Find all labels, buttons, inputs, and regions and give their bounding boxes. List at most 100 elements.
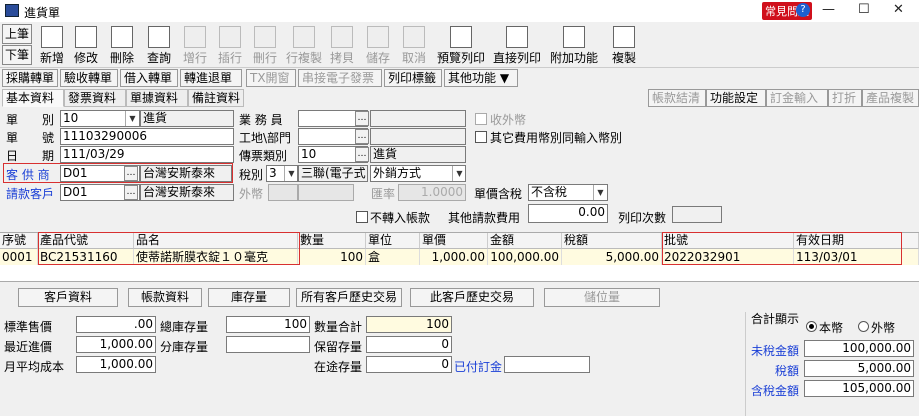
grid-cell-tax[interactable]: 5,000.00 [562,249,662,265]
summary-panel: 合計顯示 本幣 外幣 未稅金額 100,000.00 稅額 5,000.00 含… [745,312,919,416]
insert-row-button[interactable]: 插行 [214,24,246,66]
chevron-down-icon[interactable]: ▼ [452,166,466,181]
toolbar-label: 增行 [182,51,207,65]
toolbar-label: 儲存 [365,51,390,65]
side-function-0[interactable]: 帳款結清 [648,89,706,107]
bill-customer-label[interactable]: 請款客戶 [6,185,54,202]
cancel-button[interactable]: 取消 [398,24,430,66]
duplicate-button[interactable]: 複製 [608,24,640,66]
voucher-type-label: 傳票類別 [239,149,288,163]
currency-field[interactable] [268,184,298,201]
function-button-5[interactable]: 串接電子發票 [298,69,382,87]
no-transfer-checkbox[interactable] [356,211,368,223]
bottom-button-bar: 客戶資料 帳款資料 庫存量 所有客戶歷史交易 此客戶歷史交易 儲位量 [0,288,740,308]
other-fee-field[interactable]: 0.00 [528,204,608,223]
grid-cell-amount[interactable]: 100,000.00 [488,249,562,265]
duplicate-icon [613,26,635,48]
site-label: 工地\部門 [239,131,292,145]
grid-cell-seq[interactable]: 0001 [0,249,38,265]
bottom-button-2[interactable]: 庫存量 [208,288,290,307]
new-doc-button[interactable]: 新增 [36,24,68,66]
add-row-button[interactable]: 增行 [179,24,211,66]
function-button-6[interactable]: 列印標籤 [384,69,442,87]
grid-cell-unit[interactable]: 盒 [366,249,420,265]
edit-button[interactable]: 修改 [70,24,102,66]
function-button-2[interactable]: 借入轉單 [120,69,178,87]
grid-cell-price[interactable]: 1,000.00 [420,249,488,265]
bottom-button-4[interactable]: 此客戶歷史交易 [410,288,534,307]
toolbar-label: 查詢 [146,51,171,65]
bottom-button-0[interactable]: 客戶資料 [18,288,118,307]
paid-deposit-label: 已付訂金 [454,360,503,374]
external-currency-checkbox[interactable] [475,113,487,125]
recent-price-label: 最近進價 [4,340,53,354]
toolbar-label: 直接列印 [492,51,541,65]
search-button[interactable]: 查詢 [142,24,176,66]
function-button-0[interactable]: 採購轉單 [2,69,58,87]
branch-stock-label: 分庫存量 [160,340,209,354]
toolbar-label: 插行 [217,51,242,65]
delete-button[interactable]: 刪除 [106,24,138,66]
tab-0[interactable]: 基本資料 [2,89,64,107]
voucher-lookup-icon[interactable]: … [355,147,369,162]
chevron-down-icon[interactable]: ▼ [125,111,139,126]
copy-row-button[interactable]: 行複製 [284,24,324,66]
grid-cell-qty[interactable]: 100 [298,249,366,265]
supplier-name: 台灣安斯泰來 [140,165,232,182]
side-function-1[interactable]: 功能設定 [706,89,766,107]
bill-customer-lookup-icon[interactable]: … [124,185,138,200]
foreign-currency-radio[interactable] [858,321,869,332]
bottom-button-3[interactable]: 所有客戶歷史交易 [296,288,402,307]
close-icon[interactable]: ✕ [893,2,904,17]
sales-lookup-icon[interactable]: … [355,111,369,126]
addon-icon [563,26,585,48]
next-record-button[interactable]: 下筆 [2,45,32,65]
delete-row-button[interactable]: 刪行 [249,24,281,66]
chevron-down-icon[interactable]: ▼ [593,185,607,200]
help-icon[interactable]: ? [796,3,810,17]
function-button-1[interactable]: 驗收轉單 [60,69,118,87]
search-icon [148,26,170,48]
local-currency-radio[interactable] [806,321,817,332]
function-button-7[interactable]: 其他功能 ▼ [444,69,518,87]
doc-no-field[interactable]: 11103290006 [60,128,234,145]
transit-label: 在途存量 [314,360,363,374]
new-doc-icon [41,26,63,48]
supplier-label[interactable]: 客 供 商 [6,166,50,183]
function-button-4[interactable]: TX開窗 [246,69,296,87]
other-currency-checkbox[interactable] [475,131,487,143]
supplier-lookup-icon[interactable]: … [124,166,138,181]
print-icon [506,26,528,48]
toolbar-label: 取消 [401,51,426,65]
column-header: 單價 [420,233,488,249]
date-field[interactable]: 111/03/29 [60,146,234,163]
print-preview-button[interactable]: 預覽列印 [436,24,486,66]
total-stock-label: 總庫存量 [160,320,209,334]
minimize-icon[interactable]: — [822,2,835,17]
transit-field: 0 [366,356,452,373]
copy-button[interactable]: 拷貝 [326,24,358,66]
voucher-type-name: 進貨 [370,146,466,163]
side-function-2[interactable]: 訂金輸入 [766,89,828,107]
branch-stock-field [226,336,310,353]
reserved-field: 0 [366,336,452,353]
site-lookup-icon[interactable]: … [355,129,369,144]
save-button[interactable]: 儲存 [362,24,394,66]
print-button[interactable]: 直接列印 [490,24,544,66]
chevron-down-icon[interactable]: ▼ [284,166,298,181]
tab-2[interactable]: 單據資料 [126,89,188,107]
bottom-button-1[interactable]: 帳款資料 [128,288,202,307]
doc-type-label: 單 別 [6,113,55,127]
bottom-button-5[interactable]: 儲位量 [544,288,660,307]
side-function-4[interactable]: 產品複製 [862,89,919,107]
function-button-3[interactable]: 轉進退單 [180,69,242,87]
tab-3[interactable]: 備註資料 [188,89,244,107]
prev-record-button[interactable]: 上筆 [2,24,32,44]
rate-field[interactable]: 1.0000 [398,184,466,201]
maximize-icon[interactable]: ☐ [858,2,870,17]
side-function-3[interactable]: 打折 [828,89,862,107]
column-header: 單位 [366,233,420,249]
copy-icon [331,26,353,48]
addon-button[interactable]: 附加功能 [546,24,602,66]
tab-1[interactable]: 發票資料 [64,89,126,107]
